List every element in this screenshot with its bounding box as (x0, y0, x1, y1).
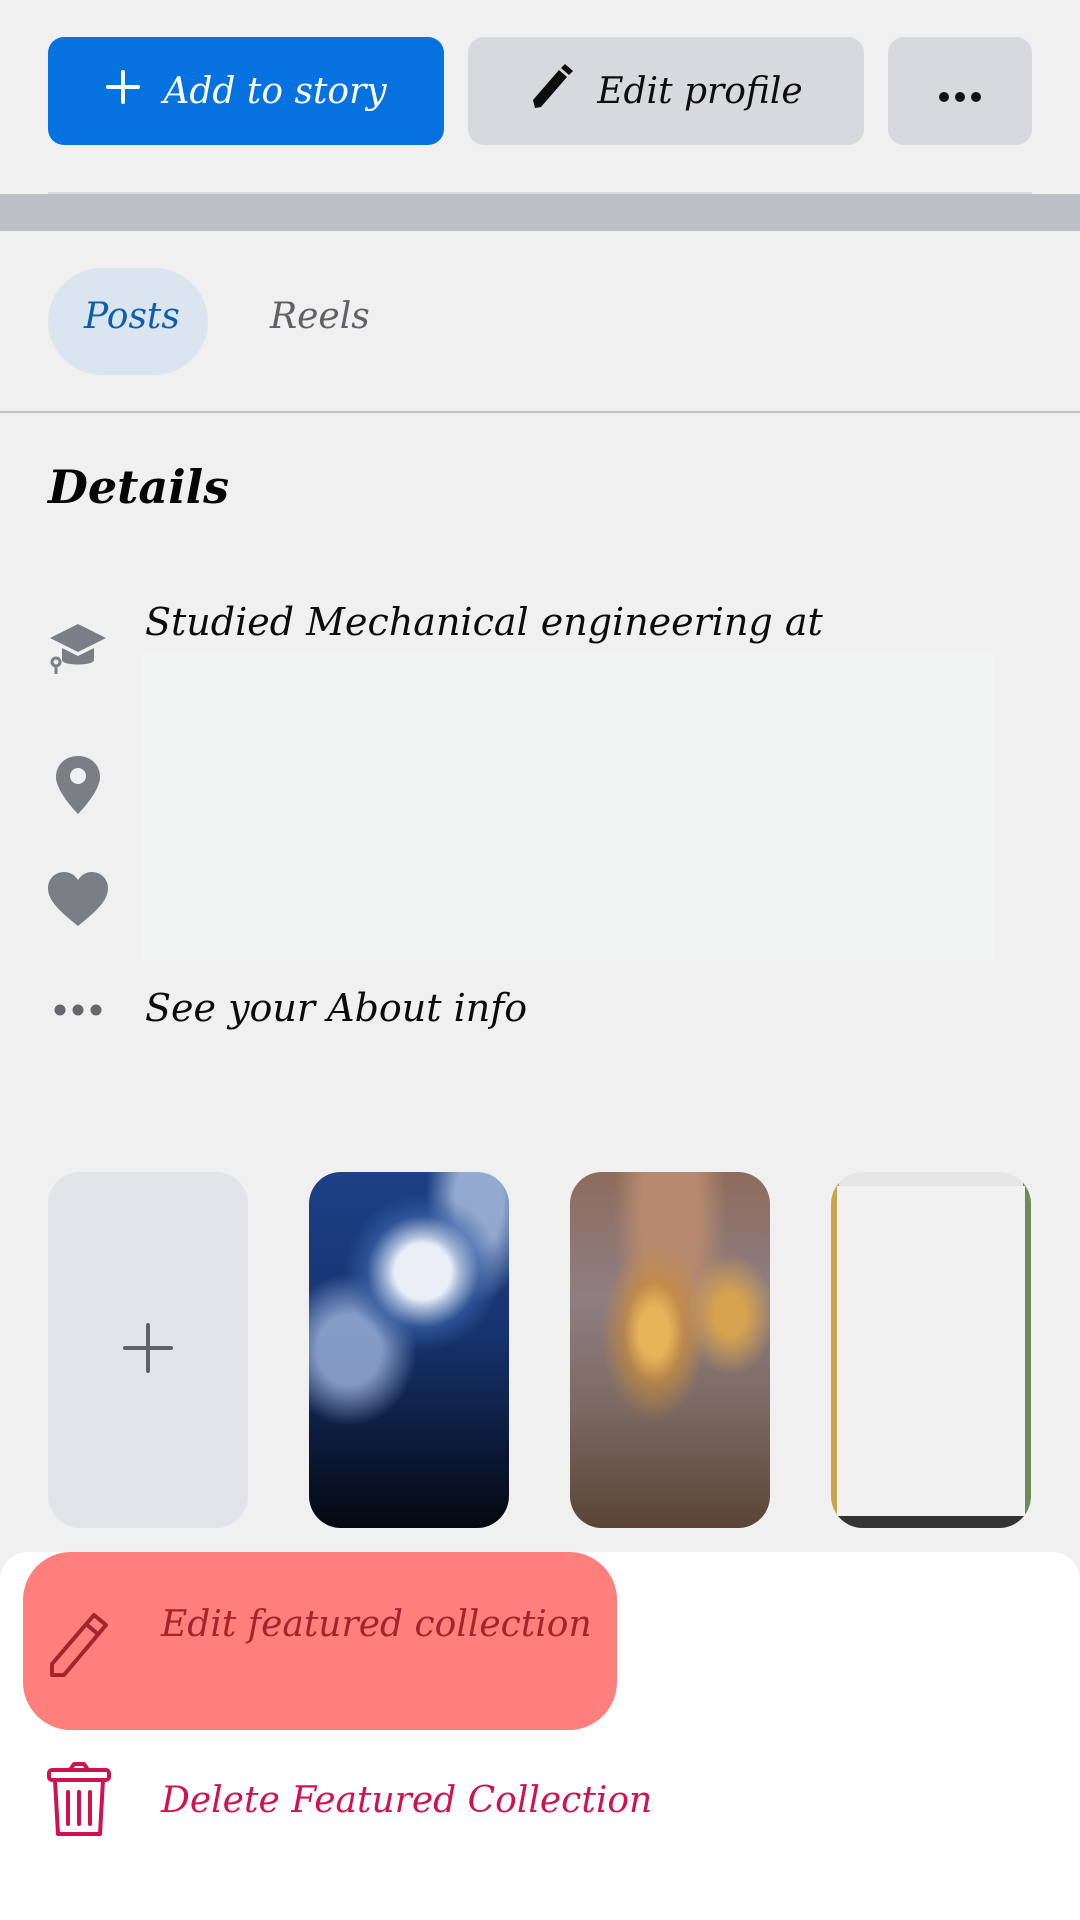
pencil-outline-icon (39, 1604, 119, 1684)
featured-card-buddha[interactable] (570, 1172, 770, 1528)
tabs-divider (0, 411, 1080, 413)
edit-profile-label: Edit profile (597, 70, 803, 112)
pencil-icon (529, 63, 575, 119)
details-heading: Details (48, 460, 230, 514)
add-to-story-label: Add to story (163, 70, 387, 112)
more-options-button[interactable] (888, 37, 1032, 145)
add-featured-card[interactable] (48, 1172, 248, 1528)
section-separator (0, 194, 1080, 231)
tab-posts[interactable]: Posts (84, 296, 180, 337)
education-text: Studied Mechanical engineering at (145, 600, 823, 644)
edit-featured-collection-option[interactable]: Edit featured collection (23, 1552, 617, 1730)
redacted-photo (837, 1186, 1025, 1516)
add-to-story-button[interactable]: Add to story (48, 37, 444, 145)
tab-reels[interactable]: Reels (270, 296, 370, 337)
more-dots-icon (48, 980, 108, 1040)
delete-featured-collection-option[interactable]: Delete Featured Collection (23, 1755, 663, 1845)
more-horizontal-icon (938, 71, 982, 112)
redacted-details (143, 653, 993, 960)
edit-profile-button[interactable]: Edit profile (468, 37, 864, 145)
trash-icon (39, 1760, 119, 1840)
featured-card-redacted[interactable] (831, 1172, 1031, 1528)
edit-featured-collection-label: Edit featured collection (161, 1604, 592, 1645)
graduation-cap-icon (48, 620, 108, 680)
see-about-info-link[interactable]: See your About info (145, 986, 527, 1030)
card-footer (831, 1516, 1031, 1528)
featured-card-moon[interactable] (309, 1172, 509, 1528)
heart-icon (48, 870, 108, 930)
location-pin-icon (48, 755, 108, 815)
delete-featured-collection-label: Delete Featured Collection (161, 1779, 653, 1821)
plus-icon (105, 69, 141, 114)
plus-icon (123, 1323, 173, 1377)
